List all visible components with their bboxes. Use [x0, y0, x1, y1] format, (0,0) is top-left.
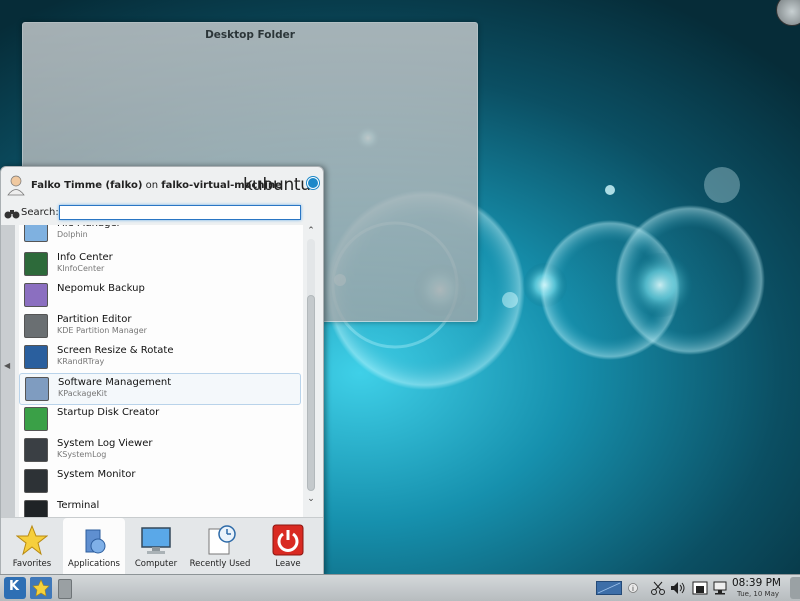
taskbar: K i 08:39 PM Tue, 10 May: [0, 574, 800, 601]
applications-icon: [85, 529, 106, 554]
recent-documents-icon: [208, 525, 236, 555]
list-item[interactable]: Info Center KInfoCenter: [19, 249, 301, 279]
list-item[interactable]: Software Management KPackageKit: [19, 373, 301, 405]
tab-label: Leave: [275, 559, 301, 569]
package-icon: [25, 377, 49, 401]
computer-icon: [141, 527, 171, 554]
application-launcher: Falko Timme (falko) on falko-virtual-mac…: [0, 166, 324, 576]
notifications-info-icon[interactable]: i: [628, 581, 638, 595]
app-name: Partition Editor: [57, 314, 132, 325]
svg-text:i: i: [632, 585, 634, 593]
scroll-track[interactable]: [307, 239, 315, 491]
app-description: Dolphin: [57, 230, 88, 239]
scroll-thumb[interactable]: [307, 295, 315, 491]
package-updates-icon[interactable]: [692, 581, 708, 595]
app-name: Startup Disk Creator: [57, 407, 160, 418]
scroll-up-arrow-icon[interactable]: ⌃: [305, 225, 317, 237]
scroll-down-arrow-icon[interactable]: ⌄: [305, 493, 317, 505]
app-name: Software Management: [58, 377, 172, 388]
desktop-folder-title: Desktop Folder: [205, 29, 295, 41]
system-monitor-icon: [24, 469, 48, 493]
app-description: KInfoCenter: [57, 264, 105, 273]
tab-leave[interactable]: Leave: [257, 518, 319, 574]
tab-computer[interactable]: Computer: [125, 518, 187, 574]
terminal-icon: [24, 500, 48, 517]
info-center-icon: [24, 252, 48, 276]
back-navigation-strip[interactable]: ◀: [1, 225, 15, 517]
application-list: File ManagerDolphin Info CenterKInfoCente…: [19, 225, 303, 517]
list-item[interactable]: Nepomuk Backup: [19, 280, 301, 310]
network-icon[interactable]: [712, 581, 728, 595]
list-item[interactable]: Partition Editor KDE Partition Manager: [19, 311, 301, 341]
kde-logo-icon: K: [9, 579, 20, 594]
kubuntu-logo-icon: [307, 177, 319, 189]
app-name: Terminal: [57, 500, 100, 511]
star-icon: [16, 524, 48, 556]
list-item[interactable]: Startup Disk Creator: [19, 404, 301, 434]
clock-date[interactable]: Tue, 10 May: [737, 590, 779, 598]
partition-icon: [24, 314, 48, 338]
clipboard-scissors-icon[interactable]: [650, 581, 666, 595]
app-name: Screen Resize & Rotate: [57, 345, 174, 356]
search-label: Search:: [21, 207, 59, 218]
pager-workspace-icon[interactable]: [596, 581, 622, 595]
app-name: File Manager: [57, 225, 121, 229]
list-item[interactable]: System Log Viewer KSystemLog: [19, 435, 301, 465]
favorites-star-icon[interactable]: [30, 577, 52, 599]
app-name: Info Center: [57, 252, 113, 263]
kubuntu-logo: kubuntu: [243, 175, 311, 195]
back-arrow-icon: ◀: [4, 361, 11, 370]
monitor-icon: [24, 345, 48, 369]
list-item[interactable]: System Monitor: [19, 466, 301, 496]
search-row: Search:: [1, 203, 323, 225]
list-item[interactable]: File ManagerDolphin: [19, 225, 301, 245]
power-icon: [272, 524, 304, 556]
app-description: KPackageKit: [58, 389, 108, 398]
search-input[interactable]: [59, 205, 301, 220]
user-avatar-icon: [7, 175, 25, 196]
drive-icon[interactable]: [58, 579, 72, 599]
tab-recently-used[interactable]: Recently Used: [189, 518, 251, 574]
app-name: System Monitor: [57, 469, 136, 480]
app-list-scrollbar[interactable]: ⌃ ⌄: [305, 225, 317, 517]
log-viewer-icon: [24, 438, 48, 462]
list-item[interactable]: Terminal: [19, 497, 301, 517]
app-description: KDE Partition Manager: [57, 326, 147, 335]
app-name: System Log Viewer: [57, 438, 153, 449]
app-description: KSystemLog: [57, 450, 107, 459]
launcher-header: Falko Timme (falko) on falko-virtual-mac…: [1, 167, 323, 203]
folder-icon: [24, 225, 48, 242]
user-on-label: on: [142, 180, 162, 191]
app-name: Nepomuk Backup: [57, 283, 145, 294]
search-binoculars-icon: [4, 210, 20, 219]
clock-time[interactable]: 08:39 PM: [732, 577, 781, 589]
kickoff-menu-button[interactable]: K: [4, 577, 26, 599]
app-description: KRandRTray: [57, 357, 105, 366]
panel-toolbox-handle[interactable]: [790, 577, 800, 599]
user-name: Falko Timme (falko): [31, 180, 143, 191]
volume-icon[interactable]: [670, 581, 686, 595]
disk-creator-icon: [24, 407, 48, 431]
launcher-tab-bar: Favorites Applications Computer Recently Us…: [1, 517, 323, 575]
nepomuk-icon: [24, 283, 48, 307]
list-item[interactable]: Screen Resize & Rotate KRandRTray: [19, 342, 301, 372]
